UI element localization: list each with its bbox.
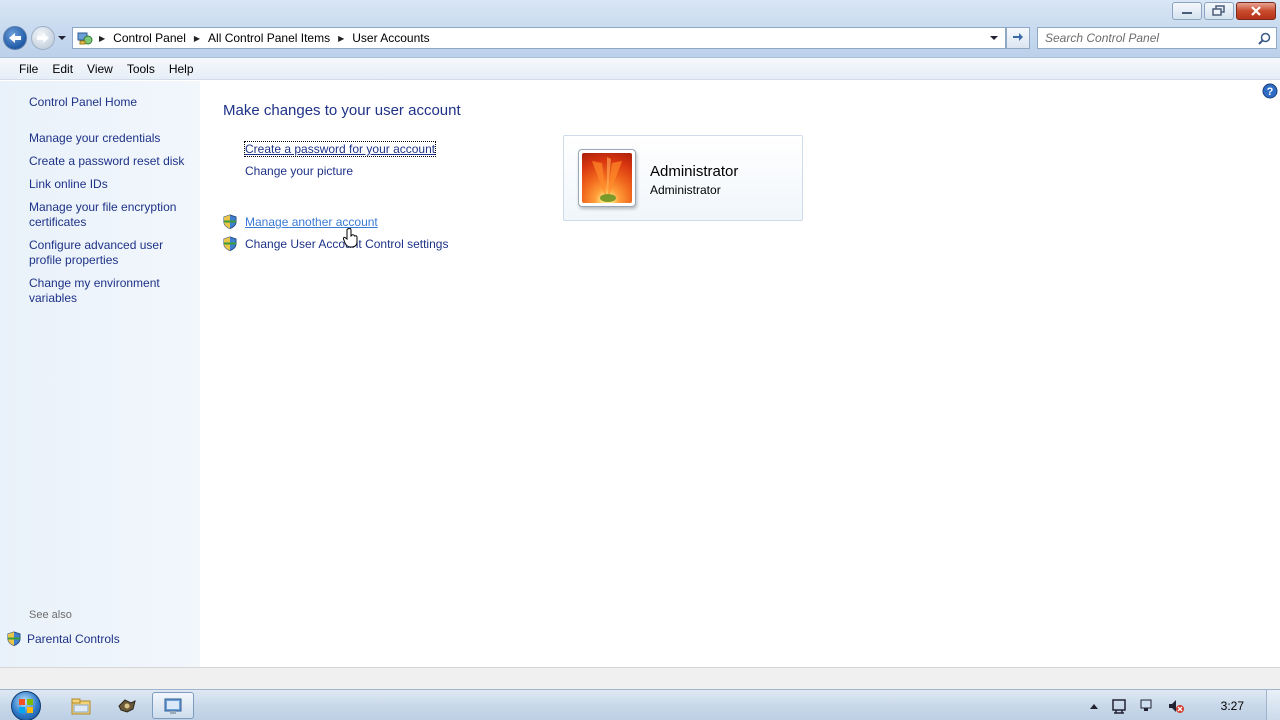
refresh-icon	[1013, 33, 1023, 41]
system-tray: 3:27	[1083, 690, 1280, 720]
taskbar-app-button[interactable]	[106, 692, 148, 719]
restore-button[interactable]	[1204, 2, 1234, 20]
taskbar: 3:27	[0, 689, 1280, 720]
svg-text:?: ?	[1267, 86, 1274, 98]
flower-picture-icon	[582, 153, 632, 203]
sidebar-item-advanced-profile-properties[interactable]: Configure advanced user profile properti…	[29, 238, 194, 268]
speaker-muted-icon	[1168, 699, 1184, 713]
minimize-icon	[1182, 12, 1192, 14]
search-icon[interactable]	[1258, 32, 1271, 45]
clock[interactable]: 3:27	[1221, 699, 1244, 713]
help-icon[interactable]: ?	[1262, 83, 1278, 99]
account-type: Administrator	[650, 183, 721, 197]
address-bar[interactable]: ▶ Control Panel ▶ All Control Panel Item…	[72, 27, 1006, 49]
menu-bar: File Edit View Tools Help	[0, 58, 1280, 80]
search-box	[1037, 27, 1277, 49]
avatar[interactable]	[578, 149, 636, 207]
status-bar	[0, 667, 1280, 689]
action-center-icon[interactable]	[1111, 698, 1127, 714]
minimize-button[interactable]	[1172, 2, 1202, 20]
menu-edit[interactable]: Edit	[45, 62, 80, 76]
create-password-link[interactable]: Create a password for your account	[243, 141, 437, 157]
sidebar-item-parental-controls[interactable]: Parental Controls	[7, 631, 120, 646]
petals-icon	[592, 157, 622, 202]
change-picture-link[interactable]: Change your picture	[245, 164, 353, 178]
breadcrumb-separator-icon[interactable]: ▶	[194, 34, 200, 43]
folder-icon	[71, 698, 91, 714]
chevron-up-icon	[1089, 703, 1098, 709]
window-controls	[1172, 2, 1276, 20]
sidebar-item-manage-credentials[interactable]: Manage your credentials	[29, 131, 194, 146]
sidebar-item-link-online-ids[interactable]: Link online IDs	[29, 177, 194, 192]
account-card: Administrator Administrator	[563, 135, 803, 221]
page-title: Make changes to your user account	[223, 102, 461, 119]
show-hidden-icons-button[interactable]	[1089, 702, 1099, 710]
menu-help[interactable]: Help	[162, 62, 201, 76]
close-button[interactable]	[1236, 2, 1276, 20]
windows-logo-icon	[11, 690, 41, 720]
monitor-icon	[1140, 699, 1152, 711]
breadcrumb-user-accounts[interactable]: User Accounts	[352, 31, 429, 45]
tasks-sidebar: Control Panel Home Manage your credentia…	[0, 81, 200, 667]
breadcrumb: Control Panel ▶ All Control Panel Items …	[113, 31, 429, 45]
restore-icon	[1212, 5, 1225, 16]
arrow-left-icon	[9, 33, 21, 43]
breadcrumb-all-items[interactable]: All Control Panel Items	[208, 31, 330, 45]
network-icon[interactable]	[1139, 698, 1155, 714]
flag-icon	[1111, 698, 1126, 714]
breadcrumb-control-panel[interactable]: Control Panel	[113, 31, 186, 45]
control-panel-icon	[77, 32, 93, 45]
menu-tools[interactable]: Tools	[120, 62, 162, 76]
windows-flag-icon	[19, 698, 33, 713]
title-bar: ▶ Control Panel ▶ All Control Panel Item…	[0, 0, 1280, 58]
uac-shield-icon	[223, 214, 237, 229]
recent-pages-dropdown[interactable]	[57, 35, 67, 41]
close-icon	[1251, 6, 1261, 16]
uac-shield-icon	[223, 236, 237, 251]
taskbar-explorer-button[interactable]	[60, 692, 102, 719]
volume-muted-icon[interactable]	[1167, 698, 1185, 714]
sidebar-item-environment-variables[interactable]: Change my environment variables	[29, 276, 194, 306]
menu-file[interactable]: File	[12, 62, 45, 76]
menu-view[interactable]: View	[80, 62, 120, 76]
manage-another-account-link[interactable]: Manage another account	[245, 215, 378, 229]
breadcrumb-root-arrow[interactable]: ▶	[99, 34, 105, 43]
address-history-dropdown[interactable]	[989, 35, 999, 41]
account-name: Administrator	[650, 163, 739, 180]
back-button[interactable]	[3, 26, 27, 50]
sidebar-item-encryption-certificates[interactable]: Manage your file encryption certificates	[29, 200, 194, 230]
taskbar-control-panel-button[interactable]	[152, 692, 194, 719]
sidebar-item-password-reset-disk[interactable]: Create a password reset disk	[29, 154, 194, 169]
control-panel-window-icon	[164, 698, 182, 714]
search-input[interactable]	[1038, 28, 1248, 48]
arrow-right-icon	[37, 33, 49, 43]
app-icon	[118, 698, 136, 713]
hand-cursor-icon	[343, 228, 358, 248]
sidebar-item-control-panel-home[interactable]: Control Panel Home	[29, 95, 194, 110]
shield-icon	[7, 631, 21, 646]
see-also-label: See also	[29, 609, 72, 621]
show-desktop-button[interactable]	[1266, 690, 1280, 720]
forward-button[interactable]	[31, 26, 55, 50]
refresh-button[interactable]	[1006, 27, 1030, 49]
parental-controls-label: Parental Controls	[27, 631, 120, 646]
start-button[interactable]	[8, 690, 44, 720]
breadcrumb-separator-icon[interactable]: ▶	[338, 34, 344, 43]
